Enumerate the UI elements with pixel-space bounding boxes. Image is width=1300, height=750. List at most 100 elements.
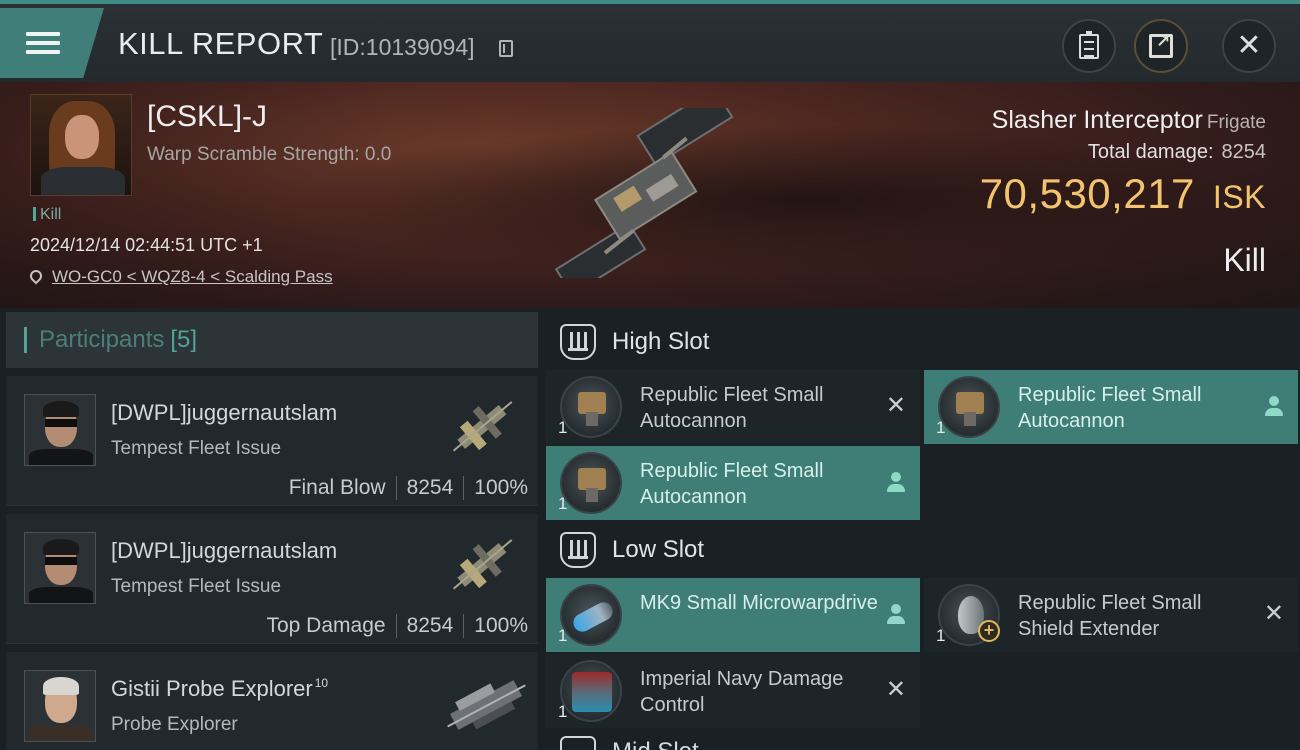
autocannon-icon <box>560 376 622 438</box>
participant-stats: Final Blow 8254 100% <box>289 476 528 500</box>
participant-ship: Tempest Fleet Issue <box>111 576 282 597</box>
destroyed-icon: ✕ <box>1263 600 1284 627</box>
module-name: Republic Fleet Small Autocannon <box>1018 384 1202 432</box>
module-card[interactable]: 1 MK9 Small Microwarpdrive <box>546 578 920 652</box>
participant-role: Final Blow <box>288 476 386 499</box>
kill-timestamp: 2024/12/14 02:44:51 UTC +1 <box>30 235 263 255</box>
high-slot-icon <box>560 324 596 360</box>
destroyed-icon: ✕ <box>885 676 906 703</box>
ship-name-text: Slasher Interceptor <box>991 106 1203 134</box>
isk-unit: ISK <box>1212 179 1266 215</box>
autocannon-icon <box>938 376 1000 438</box>
isk-value: 70,530,217 ISK <box>980 170 1266 218</box>
low-slot-icon <box>560 532 596 568</box>
victim-ship-image <box>554 108 734 278</box>
module-quantity: 1 <box>558 418 568 437</box>
warp-scramble-strength: Warp Scramble Strength: 0.0 <box>147 144 392 165</box>
total-damage-value: 8254 <box>1221 141 1267 163</box>
victim-name: [CSKL]-J <box>147 100 268 133</box>
module-card[interactable]: 1 Republic Fleet Small Autocannon <box>546 446 920 520</box>
kill-result: Kill <box>1223 242 1266 278</box>
participant-ship: Probe Explorer <box>111 714 238 735</box>
module-quantity: 1 <box>936 626 946 645</box>
victim-banner: [CSKL]-J Warp Scramble Strength: 0.0 Kil… <box>0 82 1300 308</box>
page-title: KILL REPORT <box>118 26 324 61</box>
module-card[interactable]: 1 Republic Fleet Small Autocannon <box>924 370 1298 444</box>
module-card[interactable]: 1 Imperial Navy Damage Control ✕ <box>546 654 920 728</box>
participant-row[interactable]: [DWPL]juggernautslam Tempest Fleet Issue… <box>6 514 538 644</box>
participant-role: Top Damage <box>266 614 386 637</box>
participant-name-text: Gistii Probe Explorer <box>111 676 313 701</box>
participant-percent: 100% <box>474 614 528 637</box>
share-button[interactable] <box>1134 19 1188 73</box>
module-name: MK9 Small Microwarpdrive <box>640 592 878 614</box>
participant-row[interactable]: [DWPL]juggernautslam Tempest Fleet Issue… <box>6 376 538 506</box>
module-quantity: 1 <box>936 418 946 437</box>
mid-slot-icon <box>560 736 596 750</box>
close-icon: ✕ <box>1236 29 1262 62</box>
kill-location[interactable]: WO-GC0 < WQZ8-4 < Scalding Pass <box>27 267 333 287</box>
participant-avatar[interactable] <box>24 532 96 604</box>
module-name: Republic Fleet Small Shield Extender <box>1018 592 1202 640</box>
module-name: Republic Fleet Small Autocannon <box>640 460 824 508</box>
total-damage: Total damage: 8254 <box>1088 141 1266 164</box>
mid-slot-header: Mid Slot <box>546 736 1300 750</box>
damage-control-icon <box>560 660 622 722</box>
participant-ship-image <box>447 680 526 730</box>
high-slot-header: High Slot <box>546 314 1300 370</box>
isk-amount: 70,530,217 <box>979 170 1195 217</box>
victim-ship-name: Slasher Interceptor Frigate <box>992 106 1266 135</box>
total-damage-label: Total damage: <box>1087 141 1214 163</box>
clipboard-button[interactable] <box>1062 19 1116 73</box>
participant-level: 10 <box>314 676 329 690</box>
mid-slot-title: Mid Slot <box>612 738 699 750</box>
fitting-panel: High Slot 1 Republic Fleet Small Autocan… <box>546 312 1300 750</box>
kill-tag: Kill <box>33 206 61 224</box>
participant-ship-image <box>452 539 513 590</box>
participants-panel: Participants [5] [DWPL]juggernautslam Tem… <box>6 312 538 750</box>
participant-percent: 100% <box>474 476 528 499</box>
destroyed-icon: ✕ <box>885 392 906 419</box>
participants-title: Participants <box>39 326 165 353</box>
participant-avatar[interactable] <box>24 394 96 466</box>
participant-stats: Top Damage 8254 100% <box>266 614 528 638</box>
microwarpdrive-icon <box>560 584 622 646</box>
ship-class: Frigate <box>1206 112 1266 133</box>
clipboard-icon <box>1079 30 1099 59</box>
participant-name: Gistii Probe Explorer 10 <box>111 676 328 702</box>
module-name: Imperial Navy Damage Control <box>640 668 844 716</box>
copy-icon[interactable] <box>499 40 513 57</box>
person-icon <box>886 472 906 494</box>
victim-avatar[interactable] <box>30 94 132 196</box>
participant-name: [DWPL]juggernautslam <box>111 538 338 563</box>
low-slot-title: Low Slot <box>612 536 705 563</box>
shield-extender-icon: + <box>938 584 1000 646</box>
participant-name: [DWPL]juggernautslam <box>111 400 338 425</box>
module-name: Republic Fleet Small Autocannon <box>640 384 824 432</box>
hamburger-icon <box>26 27 60 59</box>
module-quantity: 1 <box>558 494 568 513</box>
module-card[interactable]: 1 Republic Fleet Small Autocannon ✕ <box>546 370 920 444</box>
module-quantity: 1 <box>558 626 568 645</box>
participant-damage: 8254 <box>406 476 454 499</box>
participant-ship: Tempest Fleet Issue <box>111 438 282 459</box>
share-icon <box>1149 32 1173 58</box>
report-id: [ID:10139094] <box>330 34 475 60</box>
participant-damage: 8254 <box>406 614 454 637</box>
participants-header: Participants [5] <box>6 312 538 368</box>
high-slot-title: High Slot <box>612 328 710 355</box>
participant-ship-image <box>452 401 513 452</box>
top-bar: KILL REPORT [ID:10139094] ✕ <box>0 0 1300 82</box>
participants-count: [5] <box>170 326 198 353</box>
location-path[interactable]: WO-GC0 < WQZ8-4 < Scalding Pass <box>52 267 333 286</box>
person-icon <box>1264 396 1284 418</box>
participant-row[interactable]: Gistii Probe Explorer 10 Probe Explorer <box>6 652 538 750</box>
menu-button[interactable] <box>0 8 104 78</box>
person-icon <box>886 604 906 626</box>
low-slot-header: Low Slot <box>546 522 1300 578</box>
location-pin-icon <box>27 267 45 285</box>
close-button[interactable]: ✕ <box>1222 19 1276 73</box>
module-card[interactable]: + 1 Republic Fleet Small Shield Extender… <box>924 578 1298 652</box>
participant-avatar[interactable] <box>24 670 96 742</box>
autocannon-icon <box>560 452 622 514</box>
